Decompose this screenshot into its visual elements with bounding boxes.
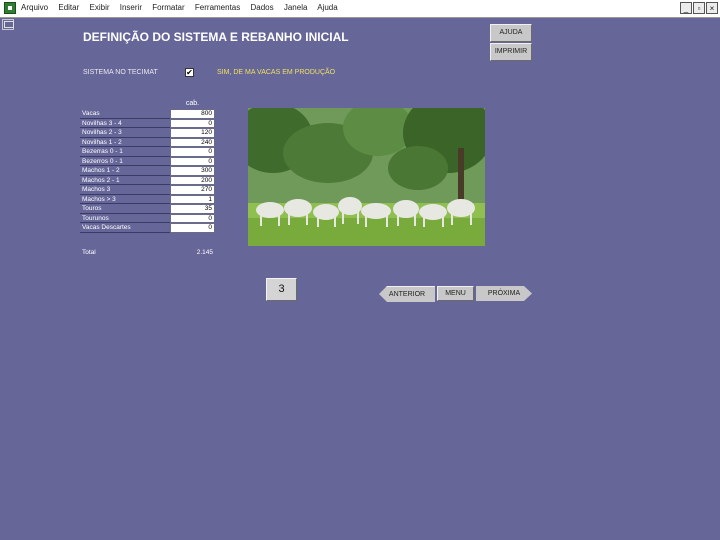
row-label: Bezerras 0 - 1	[82, 148, 123, 155]
row-label: Bezerros 0 - 1	[82, 157, 123, 165]
row-label: Vacas Descartes	[82, 224, 131, 231]
menu-exibir[interactable]: Exibir	[90, 3, 110, 12]
table-row: Vacas Descartes 0	[80, 223, 215, 233]
table-row: Bezerros 0 - 1 0	[80, 156, 215, 166]
menu-editar[interactable]: Editar	[58, 3, 79, 12]
table-row: Machos 2 - 1 200	[80, 175, 215, 185]
table-row: Machos 3 270	[80, 185, 215, 195]
total-label: Total	[82, 249, 96, 256]
herd-input[interactable]: 0	[170, 147, 215, 157]
close-icon[interactable]: ×	[706, 2, 718, 14]
herd-input[interactable]: 120	[170, 128, 215, 138]
sim-label: SIM, DE MA VACAS EM PRODUÇÃO	[217, 69, 336, 76]
menu-bar: Arquivo Editar Exibir Inserir Formatar F…	[0, 0, 720, 18]
cattle-photo	[248, 108, 485, 246]
table-row: Tourunos 0	[80, 213, 215, 223]
menu-button[interactable]: MENU	[437, 286, 474, 301]
total-row: Total 2.145	[80, 249, 215, 258]
row-label: Tourunos	[82, 214, 109, 222]
cattle-photo-graphic	[248, 108, 485, 246]
ajuda-button[interactable]: AJUDA	[490, 24, 532, 42]
herd-input[interactable]: 0	[170, 223, 215, 233]
menu-formatar[interactable]: Formatar	[152, 3, 184, 12]
herd-input[interactable]: 240	[170, 137, 215, 147]
herd-input[interactable]: 270	[170, 185, 215, 195]
menu-arquivo[interactable]: Arquivo	[21, 3, 48, 12]
minimize-icon[interactable]: _	[680, 2, 692, 14]
page-number: 3	[266, 278, 297, 301]
herd-input[interactable]: 0	[170, 156, 215, 166]
table-row: Novilhas 1 - 2 240	[80, 137, 215, 147]
proxima-button[interactable]: PRÓXIMA	[476, 286, 532, 301]
menu-dados[interactable]: Dados	[251, 3, 274, 12]
herd-input[interactable]: 1	[170, 194, 215, 204]
anterior-button[interactable]: ANTERIOR	[379, 286, 435, 302]
sistema-label: SISTEMA NO TECIMAT	[83, 69, 158, 76]
excel-app-icon[interactable]	[4, 2, 16, 14]
menu-ajuda[interactable]: Ajuda	[317, 3, 337, 12]
table-row: Bezerras 0 - 1 0	[80, 147, 215, 157]
worksheet-icon	[2, 19, 14, 30]
checkmark-icon: ✔	[186, 68, 193, 77]
row-label: Vacas	[82, 110, 100, 117]
table-row: Touros 35	[80, 204, 215, 214]
herd-input[interactable]: 800	[170, 109, 215, 119]
row-label: Novilhas 2 - 3	[82, 129, 122, 136]
total-value: 2.145	[196, 249, 213, 256]
table-row: Vacas 800	[80, 109, 215, 119]
table-row: Novilhas 2 - 3 120	[80, 128, 215, 138]
herd-input[interactable]: 300	[170, 166, 215, 176]
row-label: Machos 3	[82, 186, 111, 193]
table-row: Machos > 3 1	[80, 194, 215, 204]
herd-input[interactable]: 0	[170, 213, 215, 223]
row-label: Machos > 3	[82, 195, 116, 203]
restore-icon[interactable]: ▫	[693, 2, 705, 14]
row-label: Novilhas 1 - 2	[82, 138, 122, 146]
row-divider	[80, 231, 170, 233]
row-label: Machos 2 - 1	[82, 176, 120, 184]
table-row: Novilhas 3 - 4 0	[80, 118, 215, 128]
row-label: Touros	[82, 205, 102, 212]
herd-input[interactable]: 200	[170, 175, 215, 185]
menu-items: Arquivo Editar Exibir Inserir Formatar F…	[21, 3, 346, 12]
herd-input[interactable]: 35	[170, 204, 215, 214]
herd-table: Vacas 800 Novilhas 3 - 4 0 Novilhas 2 - 3 1…	[80, 109, 215, 233]
table-row: Machos 1 - 2 300	[80, 166, 215, 176]
column-header-cab: cab.	[185, 100, 200, 107]
menu-ferramentas[interactable]: Ferramentas	[195, 3, 240, 12]
sistema-checkbox[interactable]: ✔	[185, 68, 194, 77]
row-label: Novilhas 3 - 4	[82, 119, 122, 127]
imprimir-button[interactable]: IMPRIMIR	[490, 43, 532, 61]
window-controls: _ ▫ ×	[680, 2, 718, 14]
page-title: DEFINIÇÃO DO SISTEMA E REBANHO INICIAL	[83, 30, 349, 44]
menu-janela[interactable]: Janela	[284, 3, 308, 12]
herd-input[interactable]: 0	[170, 118, 215, 128]
menu-inserir[interactable]: Inserir	[120, 3, 142, 12]
row-label: Machos 1 - 2	[82, 167, 120, 174]
